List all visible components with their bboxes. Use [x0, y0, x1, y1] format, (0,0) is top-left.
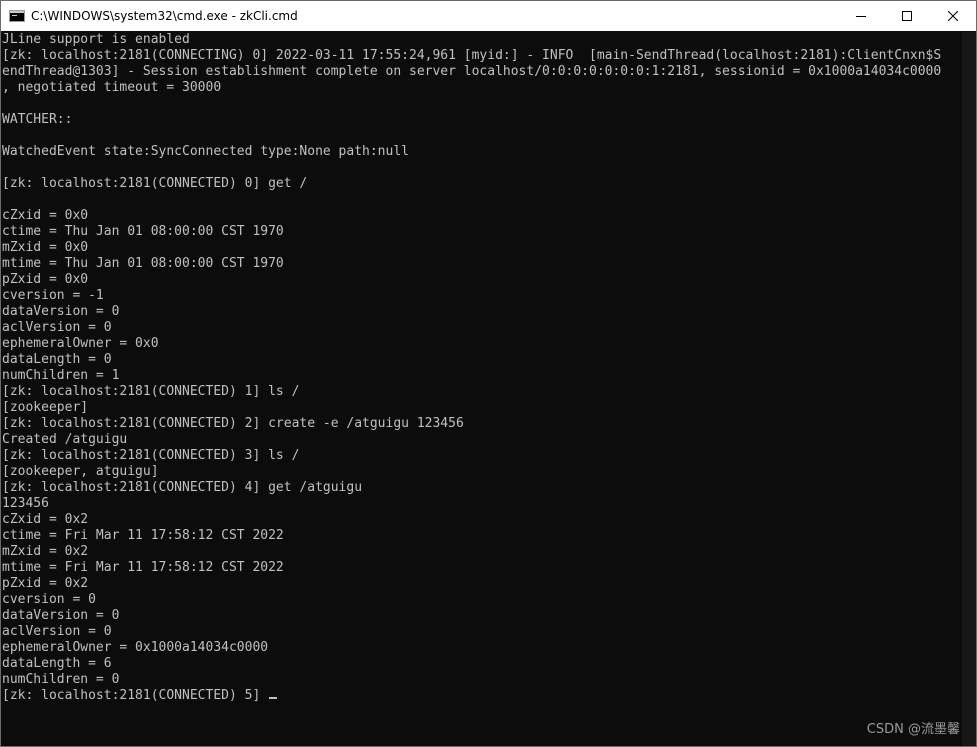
window-title: C:\WINDOWS\system32\cmd.exe - zkCli.cmd: [31, 9, 298, 23]
terminal-output[interactable]: JLine support is enabled [zk: localhost:2…: [2, 32, 962, 746]
terminal-line: pZxid = 0x0: [2, 272, 89, 287]
scrollbar[interactable]: [962, 32, 976, 746]
close-icon: [948, 11, 958, 21]
terminal-line: aclVersion = 0: [2, 624, 112, 639]
terminal-line: [zookeeper]: [2, 400, 89, 415]
terminal-line: WATCHER::: [2, 112, 73, 127]
terminal-line: WatchedEvent state:SyncConnected type:No…: [2, 144, 409, 159]
terminal-line: dataLength = 6: [2, 656, 112, 671]
terminal-line: endThread@1303] - Session establishment …: [2, 64, 942, 79]
terminal-line: mtime = Thu Jan 01 08:00:00 CST 1970: [2, 256, 284, 271]
terminal-line: Created /atguigu: [2, 432, 128, 447]
minimize-button[interactable]: [838, 1, 884, 31]
terminal-line: [zk: localhost:2181(CONNECTED) 2] create…: [2, 416, 464, 431]
terminal-line: mtime = Fri Mar 11 17:58:12 CST 2022: [2, 560, 284, 575]
terminal-line: ephemeralOwner = 0x0: [2, 336, 159, 351]
terminal-line: [zk: localhost:2181(CONNECTED) 4] get /a…: [2, 480, 363, 495]
terminal-line: 123456: [2, 496, 49, 511]
terminal-line: cZxid = 0x2: [2, 512, 89, 527]
terminal-line: , negotiated timeout = 30000: [2, 80, 222, 95]
command-prompt: [zk: localhost:2181(CONNECTED) 5]: [2, 688, 269, 703]
terminal-line: ctime = Fri Mar 11 17:58:12 CST 2022: [2, 528, 284, 543]
terminal-line: [zk: localhost:2181(CONNECTED) 3] ls /: [2, 448, 300, 463]
terminal-line: [zookeeper, atguigu]: [2, 464, 159, 479]
terminal-line: mZxid = 0x0: [2, 240, 89, 255]
title-bar[interactable]: C:\WINDOWS\system32\cmd.exe - zkCli.cmd: [1, 1, 976, 31]
command-prompt-line[interactable]: [zk: localhost:2181(CONNECTED) 5]: [2, 688, 962, 704]
terminal-line: numChildren = 0: [2, 672, 120, 687]
minimize-icon: [856, 16, 866, 17]
terminal-line: ephemeralOwner = 0x1000a14034c0000: [2, 640, 269, 655]
terminal-line: cversion = 0: [2, 592, 96, 607]
terminal-line: dataVersion = 0: [2, 304, 120, 319]
terminal-line: mZxid = 0x2: [2, 544, 89, 559]
terminal-line: JLine support is enabled: [2, 32, 190, 47]
console-icon: [9, 10, 25, 22]
maximize-button[interactable]: [884, 1, 930, 31]
terminal-line: [zk: localhost:2181(CONNECTING) 0] 2022-…: [2, 48, 942, 63]
terminal-line: dataVersion = 0: [2, 608, 120, 623]
maximize-icon: [902, 11, 912, 21]
terminal-line: [zk: localhost:2181(CONNECTED) 1] ls /: [2, 384, 300, 399]
terminal-line: ctime = Thu Jan 01 08:00:00 CST 1970: [2, 224, 284, 239]
terminal-line: dataLength = 0: [2, 352, 112, 367]
terminal-line: cZxid = 0x0: [2, 208, 89, 223]
close-button[interactable]: [930, 1, 976, 31]
watermark: CSDN @流墨馨: [866, 722, 960, 737]
terminal-line: aclVersion = 0: [2, 320, 112, 335]
terminal-line: cversion = -1: [2, 288, 104, 303]
terminal-line: [zk: localhost:2181(CONNECTED) 0] get /: [2, 176, 308, 191]
text-cursor: [269, 697, 278, 699]
window-controls: [838, 1, 976, 31]
console-window: C:\WINDOWS\system32\cmd.exe - zkCli.cmd …: [0, 0, 977, 747]
terminal-line: pZxid = 0x2: [2, 576, 89, 591]
terminal-line: numChildren = 1: [2, 368, 120, 383]
